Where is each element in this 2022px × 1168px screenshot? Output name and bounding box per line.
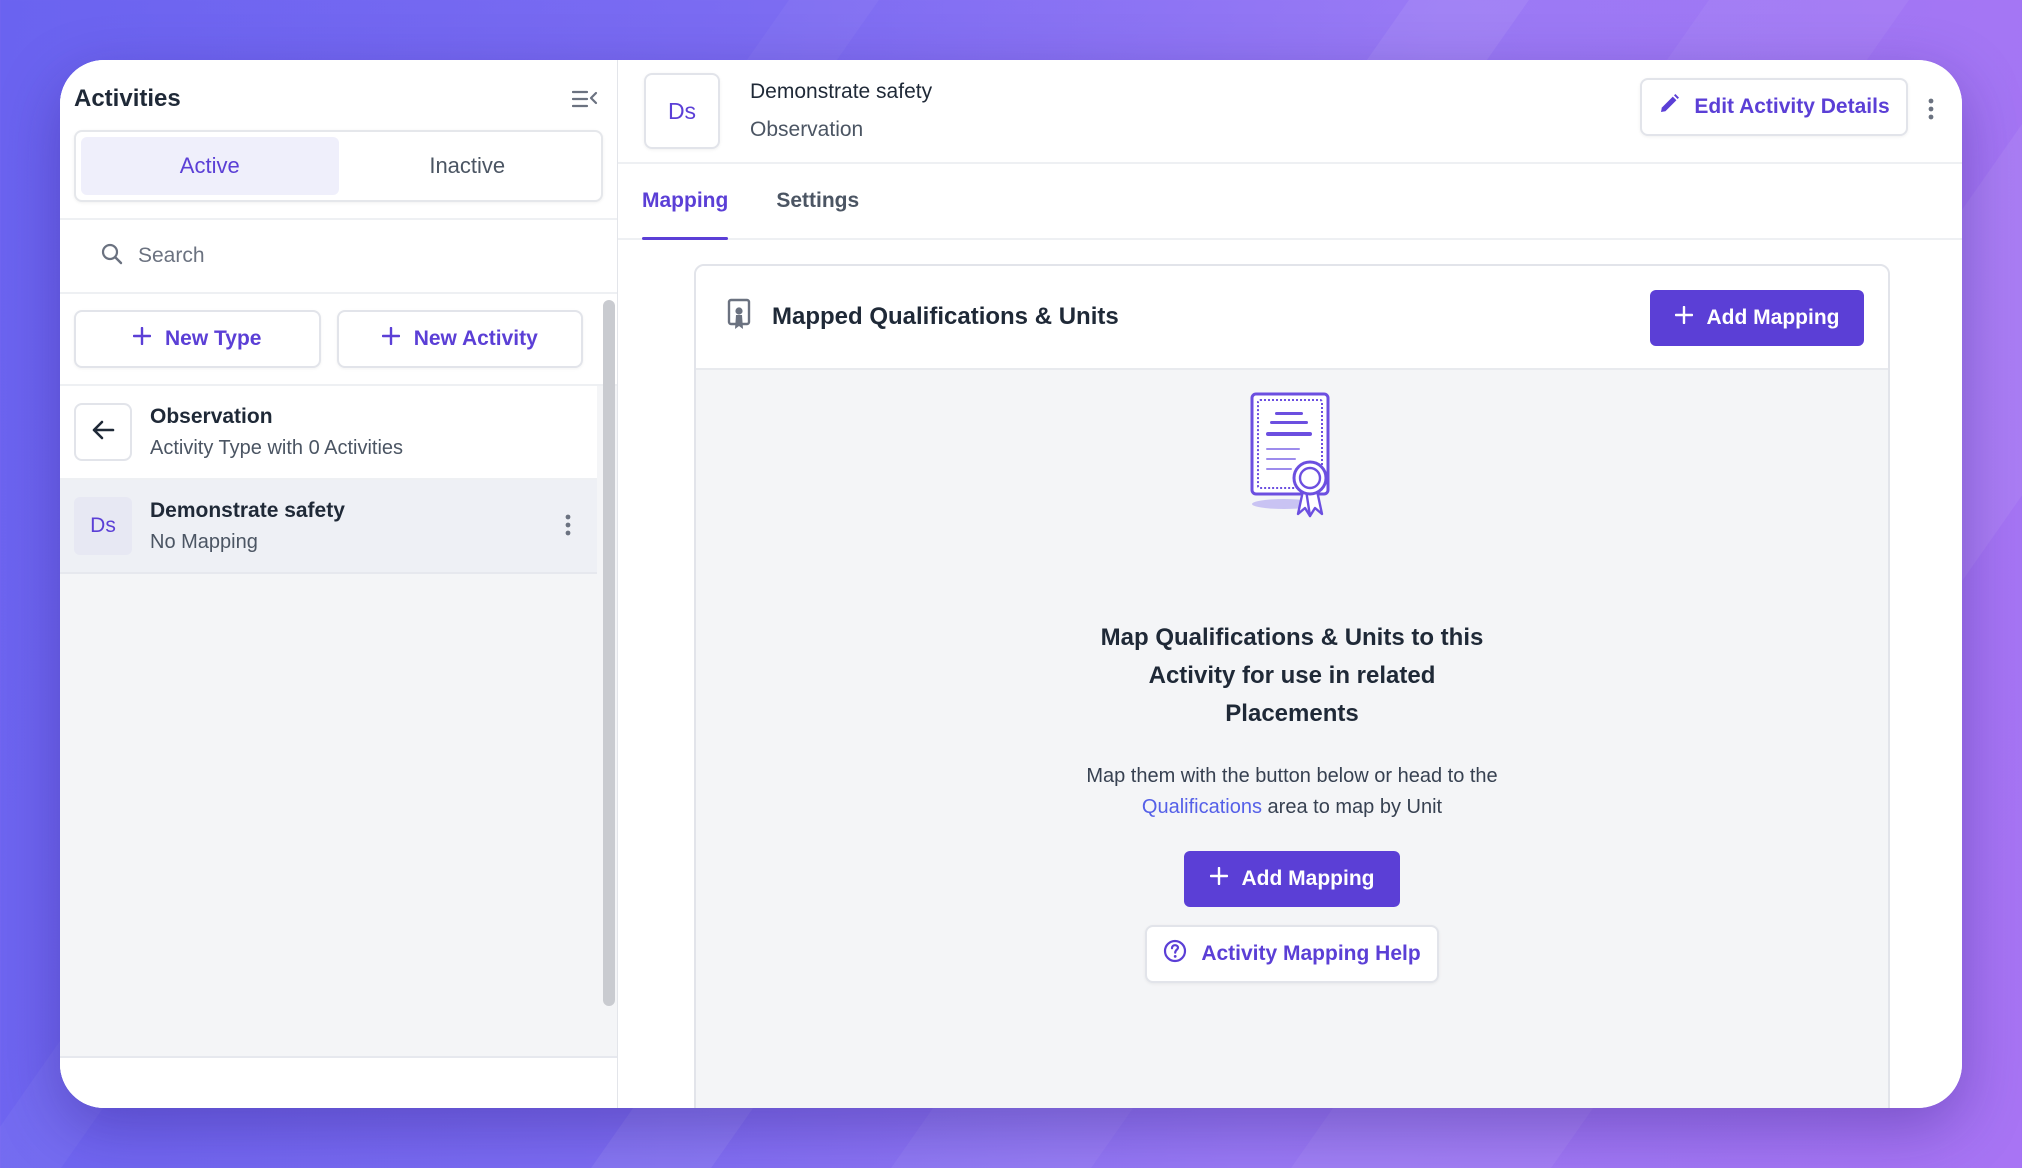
mapped-qualifications-card: Mapped Qualifications & Units Add Mappin… [694, 264, 1890, 1108]
add-mapping-button[interactable]: Add Mapping [1650, 290, 1864, 346]
add-mapping-center-label: Add Mapping [1241, 867, 1375, 890]
activity-type-text: Observation Activity Type with 0 Activit… [150, 405, 403, 460]
segment-active[interactable]: Active [81, 137, 339, 195]
header-badge: Ds [644, 73, 720, 149]
activity-title: Demonstrate safety [150, 498, 345, 522]
empty-state-description: Map them with the button below or head t… [1042, 761, 1542, 823]
empty-body-text-end: area to map by Unit [1267, 796, 1443, 818]
activity-type-title: Observation [150, 404, 273, 428]
collapse-sidebar-icon[interactable] [567, 81, 603, 117]
segment-inactive[interactable]: Inactive [339, 137, 597, 195]
empty-state-heading: Map Qualifications & Units to this Activ… [1100, 624, 1484, 727]
plus-icon [132, 326, 152, 351]
search-icon [100, 242, 124, 271]
sidebar-list: New Type New Activity Observation Activi… [60, 294, 617, 1056]
activity-type-row: Observation Activity Type with 0 Activit… [60, 386, 597, 480]
page-title: Demonstrate safety [750, 80, 933, 103]
new-activity-button[interactable]: New Activity [336, 310, 583, 368]
add-mapping-button-center[interactable]: Add Mapping [1184, 851, 1400, 907]
plus-icon [1209, 866, 1228, 891]
certificate-illustration-icon [1246, 390, 1338, 527]
activity-detail: Ds Demonstrate safety Observation Edit A… [618, 60, 1962, 1108]
active-inactive-toggle: Active Inactive [74, 130, 603, 202]
new-activity-label: New Activity [413, 327, 538, 350]
help-circle-icon [1163, 939, 1187, 969]
add-mapping-label: Add Mapping [1706, 306, 1840, 329]
sidebar-footer [60, 1056, 617, 1108]
search-bar [60, 218, 617, 294]
sidebar-scrollbar[interactable] [603, 300, 615, 1006]
more-vertical-icon[interactable] [565, 514, 571, 541]
list-item[interactable]: Ds Demonstrate safety No Mapping [60, 480, 597, 574]
empty-state: Map Qualifications & Units to this Activ… [696, 370, 1888, 983]
app-window: Activities Active Inactive Search New Ty… [60, 60, 1962, 1108]
header-text: Demonstrate safety Observation [750, 80, 932, 142]
card-header: Mapped Qualifications & Units Add Mappin… [696, 266, 1888, 370]
activity-header: Ds Demonstrate safety Observation Edit A… [618, 60, 1962, 164]
plus-icon [1674, 305, 1693, 330]
activity-mapping-help-button[interactable]: Activity Mapping Help [1145, 925, 1439, 983]
sidebar-title: Activities [74, 85, 181, 112]
activity-badge: Ds [74, 497, 132, 555]
empty-body-text: Map them with the button below or head t… [1086, 765, 1498, 787]
card-title: Mapped Qualifications & Units [772, 303, 1119, 330]
new-type-label: New Type [165, 327, 262, 350]
new-type-button[interactable]: New Type [74, 310, 321, 368]
plus-icon [381, 326, 400, 351]
arrow-left-icon [91, 419, 115, 446]
activities-sidebar: Activities Active Inactive Search New Ty… [60, 60, 618, 1108]
edit-activity-details-label: Edit Activity Details [1694, 95, 1890, 118]
more-vertical-icon[interactable] [1928, 98, 1934, 125]
tab-mapping[interactable]: Mapping [642, 164, 729, 240]
pencil-icon [1658, 93, 1680, 121]
qualifications-link[interactable]: Qualifications [1142, 796, 1262, 818]
page-subtitle: Observation [750, 118, 864, 141]
detail-tabs: Mapping Settings [618, 164, 1962, 240]
edit-activity-details-button[interactable]: Edit Activity Details [1640, 78, 1908, 136]
back-button[interactable] [74, 403, 132, 461]
activity-mapping-help-label: Activity Mapping Help [1201, 942, 1421, 965]
tab-settings[interactable]: Settings [776, 164, 859, 238]
sidebar-top: Activities Active Inactive [60, 60, 617, 294]
certificate-icon [726, 298, 752, 337]
sidebar-action-row: New Type New Activity [60, 294, 617, 386]
activity-type-subtitle: Activity Type with 0 Activities [150, 436, 404, 459]
sidebar-header: Activities [74, 74, 603, 124]
activity-text: Demonstrate safety No Mapping [150, 499, 345, 554]
search-input[interactable] [138, 244, 518, 268]
activity-subtitle: No Mapping [150, 530, 258, 553]
